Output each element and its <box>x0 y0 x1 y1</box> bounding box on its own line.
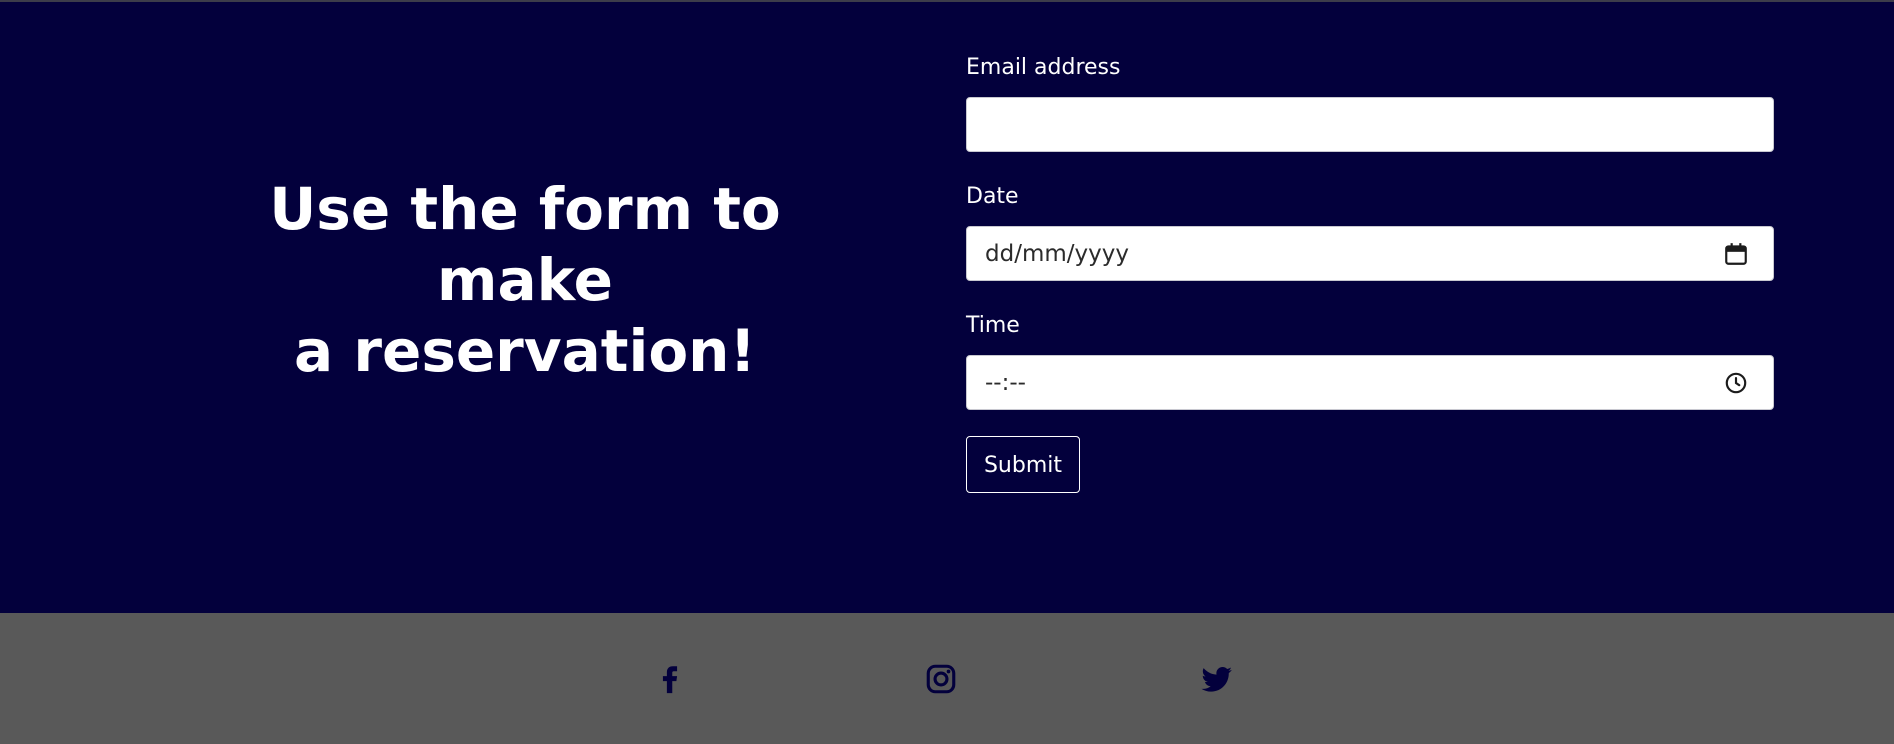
footer <box>0 613 1894 744</box>
page-headline: Use the form to make a reservation! <box>190 174 860 387</box>
calendar-icon[interactable] <box>1723 241 1749 267</box>
time-field[interactable]: --:-- <box>966 355 1774 410</box>
email-label: Email address <box>966 55 1121 80</box>
instagram-icon[interactable] <box>924 662 958 696</box>
email-field[interactable] <box>966 97 1774 152</box>
headline-line-2: a reservation! <box>294 317 756 385</box>
time-label: Time <box>966 313 1020 338</box>
date-placeholder: dd/mm/yyyy <box>985 240 1129 267</box>
clock-icon[interactable] <box>1723 370 1749 396</box>
twitter-icon[interactable] <box>1200 662 1234 696</box>
date-label: Date <box>966 184 1019 209</box>
reservation-section: Use the form to make a reservation! Emai… <box>0 2 1894 613</box>
headline-line-1: Use the form to make <box>269 175 781 314</box>
time-placeholder: --:-- <box>985 369 1026 396</box>
submit-button[interactable]: Submit <box>966 436 1080 493</box>
date-field[interactable]: dd/mm/yyyy <box>966 226 1774 281</box>
facebook-icon[interactable] <box>653 662 687 696</box>
